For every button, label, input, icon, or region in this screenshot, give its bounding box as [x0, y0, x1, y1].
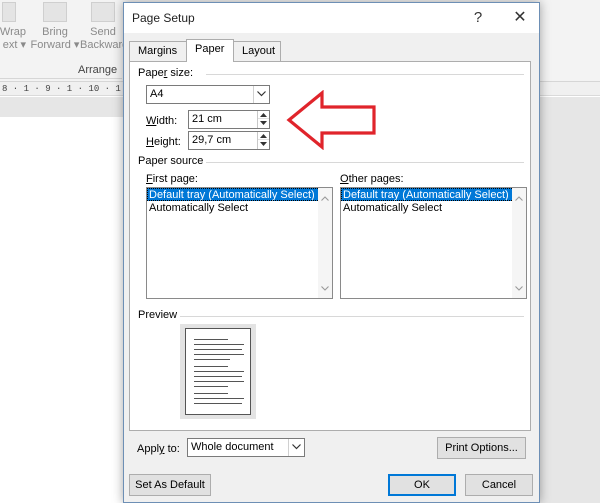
wrap-text-icon: [2, 2, 16, 22]
print-options-button[interactable]: Print Options...: [437, 437, 526, 459]
paper-size-select[interactable]: A4: [146, 85, 270, 104]
first-page-scrollbar[interactable]: [318, 188, 332, 298]
send-backward-button[interactable]: Send Backward: [80, 2, 128, 52]
width-label: Width:: [146, 115, 178, 127]
first-page-item[interactable]: Default tray (Automatically Select): [147, 188, 332, 201]
preview-divider: [180, 316, 524, 317]
preview-heading: Preview: [138, 309, 178, 321]
red-arrow-annotation: [286, 90, 376, 150]
tab-layout[interactable]: Layout: [233, 41, 281, 61]
set-as-default-button[interactable]: Set As Default: [129, 474, 211, 496]
apply-to-label: Apply to:: [137, 443, 180, 455]
height-decrement-button[interactable]: [258, 140, 269, 148]
height-label: Height:: [146, 136, 181, 148]
document-page[interactable]: [0, 117, 124, 503]
paper-size-divider: [206, 74, 524, 75]
chevron-down-icon: [288, 439, 304, 456]
bring-forward-icon: [43, 2, 67, 22]
paper-source-divider: [206, 162, 524, 163]
cancel-button[interactable]: Cancel: [465, 474, 533, 496]
tab-paper[interactable]: Paper: [186, 39, 234, 62]
width-decrement-button[interactable]: [258, 119, 269, 127]
bring-forward-button[interactable]: Bring Forward ▾: [30, 2, 80, 52]
dialog-titlebar[interactable]: Page Setup ? ✕: [124, 3, 539, 33]
height-input[interactable]: 29,7 cm: [188, 131, 270, 150]
scroll-down-icon[interactable]: [515, 282, 523, 294]
chevron-down-icon: [253, 86, 269, 103]
send-backward-icon: [91, 2, 115, 22]
paper-source-heading: Paper source: [138, 155, 204, 167]
dialog-title: Page Setup: [132, 11, 195, 25]
page-preview: [180, 324, 256, 419]
other-pages-listbox[interactable]: Default tray (Automatically Select) Auto…: [340, 187, 527, 299]
apply-to-select[interactable]: Whole document: [187, 438, 305, 457]
width-increment-button[interactable]: [258, 111, 269, 119]
width-input[interactable]: 21 cm: [188, 110, 270, 129]
other-pages-item[interactable]: Default tray (Automatically Select): [341, 188, 526, 201]
ok-button[interactable]: OK: [388, 474, 456, 496]
other-pages-label: Other pages:: [340, 173, 404, 185]
height-increment-button[interactable]: [258, 132, 269, 140]
page-setup-dialog: Page Setup ? ✕ Margins Paper Layout Pape…: [123, 2, 540, 503]
tab-strip: Margins Paper Layout: [129, 39, 529, 62]
help-button[interactable]: ?: [464, 7, 492, 29]
tab-margins[interactable]: Margins: [129, 41, 187, 61]
preview-page-thumbnail: [185, 328, 251, 415]
first-page-item[interactable]: Automatically Select: [147, 201, 332, 214]
close-button[interactable]: ✕: [506, 7, 534, 29]
scroll-down-icon[interactable]: [321, 282, 329, 294]
arrange-group-label: Arrange: [78, 64, 118, 76]
other-pages-scrollbar[interactable]: [512, 188, 526, 298]
scroll-up-icon[interactable]: [321, 192, 329, 204]
first-page-label: First page:: [146, 173, 198, 185]
first-page-listbox[interactable]: Default tray (Automatically Select) Auto…: [146, 187, 333, 299]
other-pages-item[interactable]: Automatically Select: [341, 201, 526, 214]
paper-size-heading: Paper size:: [138, 67, 194, 79]
scroll-up-icon[interactable]: [515, 192, 523, 204]
ribbon-divider: [0, 78, 122, 79]
wrap-text-button[interactable]: Wrap ext ▾: [0, 2, 26, 52]
